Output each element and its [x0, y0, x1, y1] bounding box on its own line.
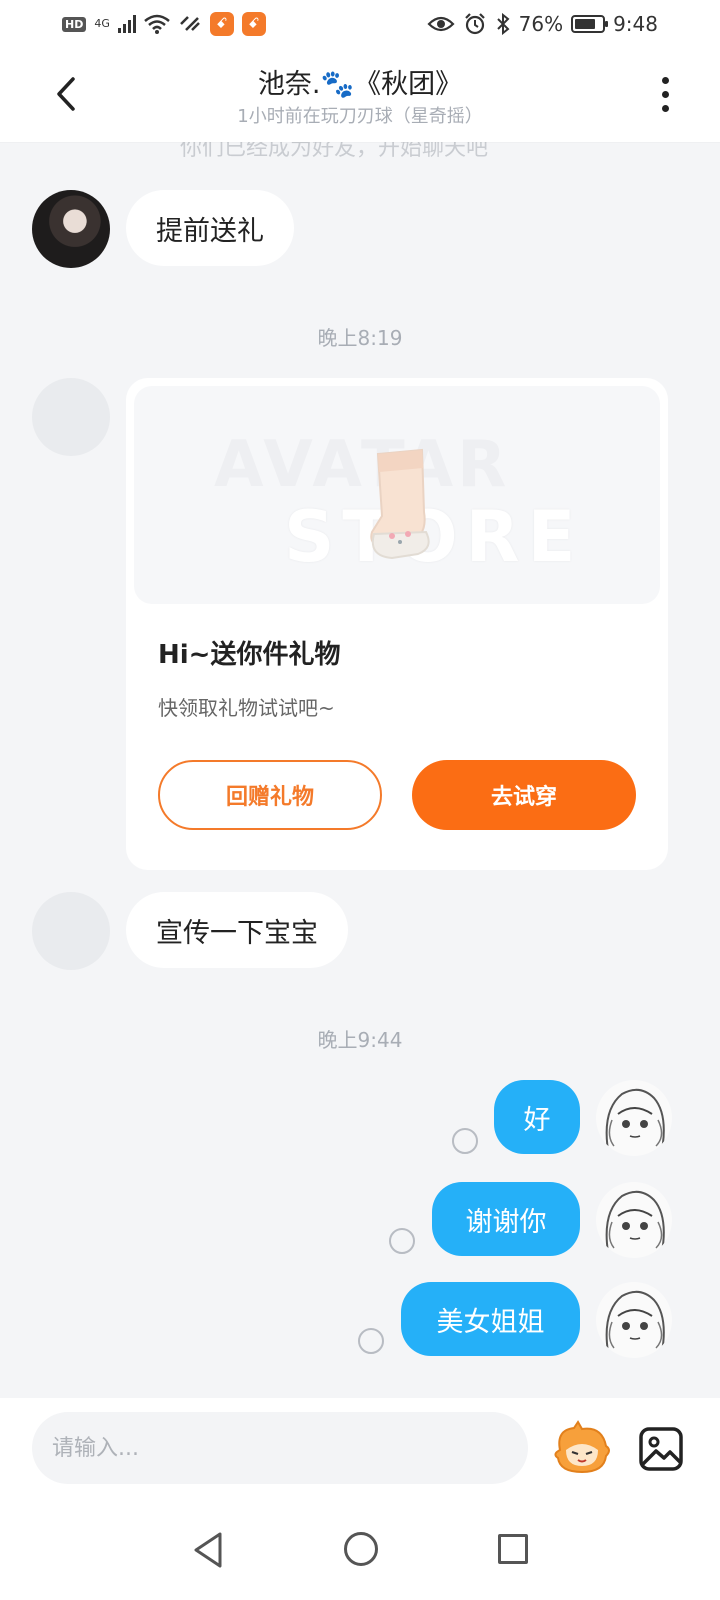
gift-description: 快领取礼物试试吧~ — [158, 696, 335, 720]
hd-icon: HD — [62, 16, 87, 32]
image-icon — [639, 1427, 683, 1471]
nav-home-button[interactable] — [344, 1532, 378, 1566]
gift-card[interactable]: AVATAR STORE Hi~送你件礼物 快领取礼物试试吧~ 回赠礼物 去试穿 — [126, 378, 668, 870]
paw-emoji: 🐾 — [320, 69, 355, 100]
contact-name: 池奈. — [257, 69, 321, 100]
more-button[interactable] — [650, 72, 680, 116]
app-notification-icon: ꗃ — [209, 12, 234, 36]
sketch-girl-icon — [605, 1088, 665, 1151]
bluetooth-icon — [496, 13, 510, 35]
outgoing-message[interactable]: 美女姐姐 — [401, 1282, 580, 1356]
wifi-icon — [144, 14, 170, 34]
contact-avatar[interactable] — [32, 190, 110, 268]
heart-link-icon — [179, 16, 200, 31]
status-bar: HD 4G ꗃ ꗃ 76% 9:48 — [0, 0, 720, 48]
chat-title[interactable]: 池奈.🐾《秋团》 — [0, 62, 720, 101]
image-button[interactable] — [638, 1426, 684, 1472]
message-timestamp: 晚上9:44 — [317, 1028, 403, 1052]
socks-gift-icon — [370, 448, 430, 560]
battery-percent: 76% — [518, 12, 564, 36]
incoming-message[interactable]: 宣传一下宝宝 — [126, 892, 348, 968]
eye-icon — [427, 16, 455, 32]
message-input[interactable] — [32, 1412, 528, 1484]
contact-avatar-placeholder[interactable] — [32, 378, 110, 456]
more-vertical-icon — [661, 76, 669, 84]
try-on-button[interactable]: 去试穿 — [412, 760, 636, 830]
gift-image[interactable]: AVATAR STORE — [134, 386, 660, 604]
read-status-icon — [452, 1128, 478, 1154]
signal-icon — [117, 15, 136, 33]
my-avatar[interactable] — [596, 1080, 672, 1156]
sticker-mascot-icon — [554, 1420, 610, 1474]
network-type-icon: 4G — [94, 17, 110, 30]
battery-icon — [571, 15, 609, 33]
input-bar — [0, 1398, 720, 1502]
triangle-back-icon — [194, 1532, 222, 1568]
return-gift-button[interactable]: 回赠礼物 — [158, 760, 382, 830]
sketch-girl-icon — [605, 1190, 665, 1253]
sketch-girl-icon — [605, 1290, 665, 1353]
contact-group: 《秋团》 — [354, 69, 463, 100]
chat-header: 池奈.🐾《秋团》 1小时前在玩刀刃球（星奇摇） — [0, 48, 720, 142]
more-dot — [661, 90, 669, 98]
alarm-icon — [464, 13, 485, 35]
system-navigation-bar — [0, 1502, 720, 1600]
incoming-message[interactable]: 提前送礼 — [126, 190, 294, 266]
contact-avatar-placeholder-2[interactable] — [32, 892, 110, 970]
more-dot — [661, 104, 669, 112]
message-timestamp: 晚上8:19 — [317, 326, 403, 350]
sticker-button[interactable] — [552, 1420, 612, 1476]
contact-activity: 1小时前在玩刀刃球（星奇摇） — [237, 106, 483, 127]
status-bar-left: HD 4G ꗃ ꗃ — [62, 12, 266, 36]
my-avatar[interactable] — [596, 1182, 672, 1258]
status-bar-right: 76% 9:48 — [427, 12, 658, 36]
clock: 9:48 — [613, 12, 658, 36]
nav-back-button[interactable] — [190, 1530, 226, 1570]
my-avatar[interactable] — [596, 1282, 672, 1358]
nav-recents-button[interactable] — [498, 1534, 528, 1564]
app-notification-icon-2: ꗃ — [241, 12, 266, 36]
outgoing-message[interactable]: 谢谢你 — [432, 1182, 580, 1256]
gift-title: Hi~送你件礼物 — [158, 640, 341, 670]
outgoing-message[interactable]: 好 — [494, 1080, 580, 1154]
read-status-icon — [358, 1328, 384, 1354]
read-status-icon — [389, 1228, 415, 1254]
